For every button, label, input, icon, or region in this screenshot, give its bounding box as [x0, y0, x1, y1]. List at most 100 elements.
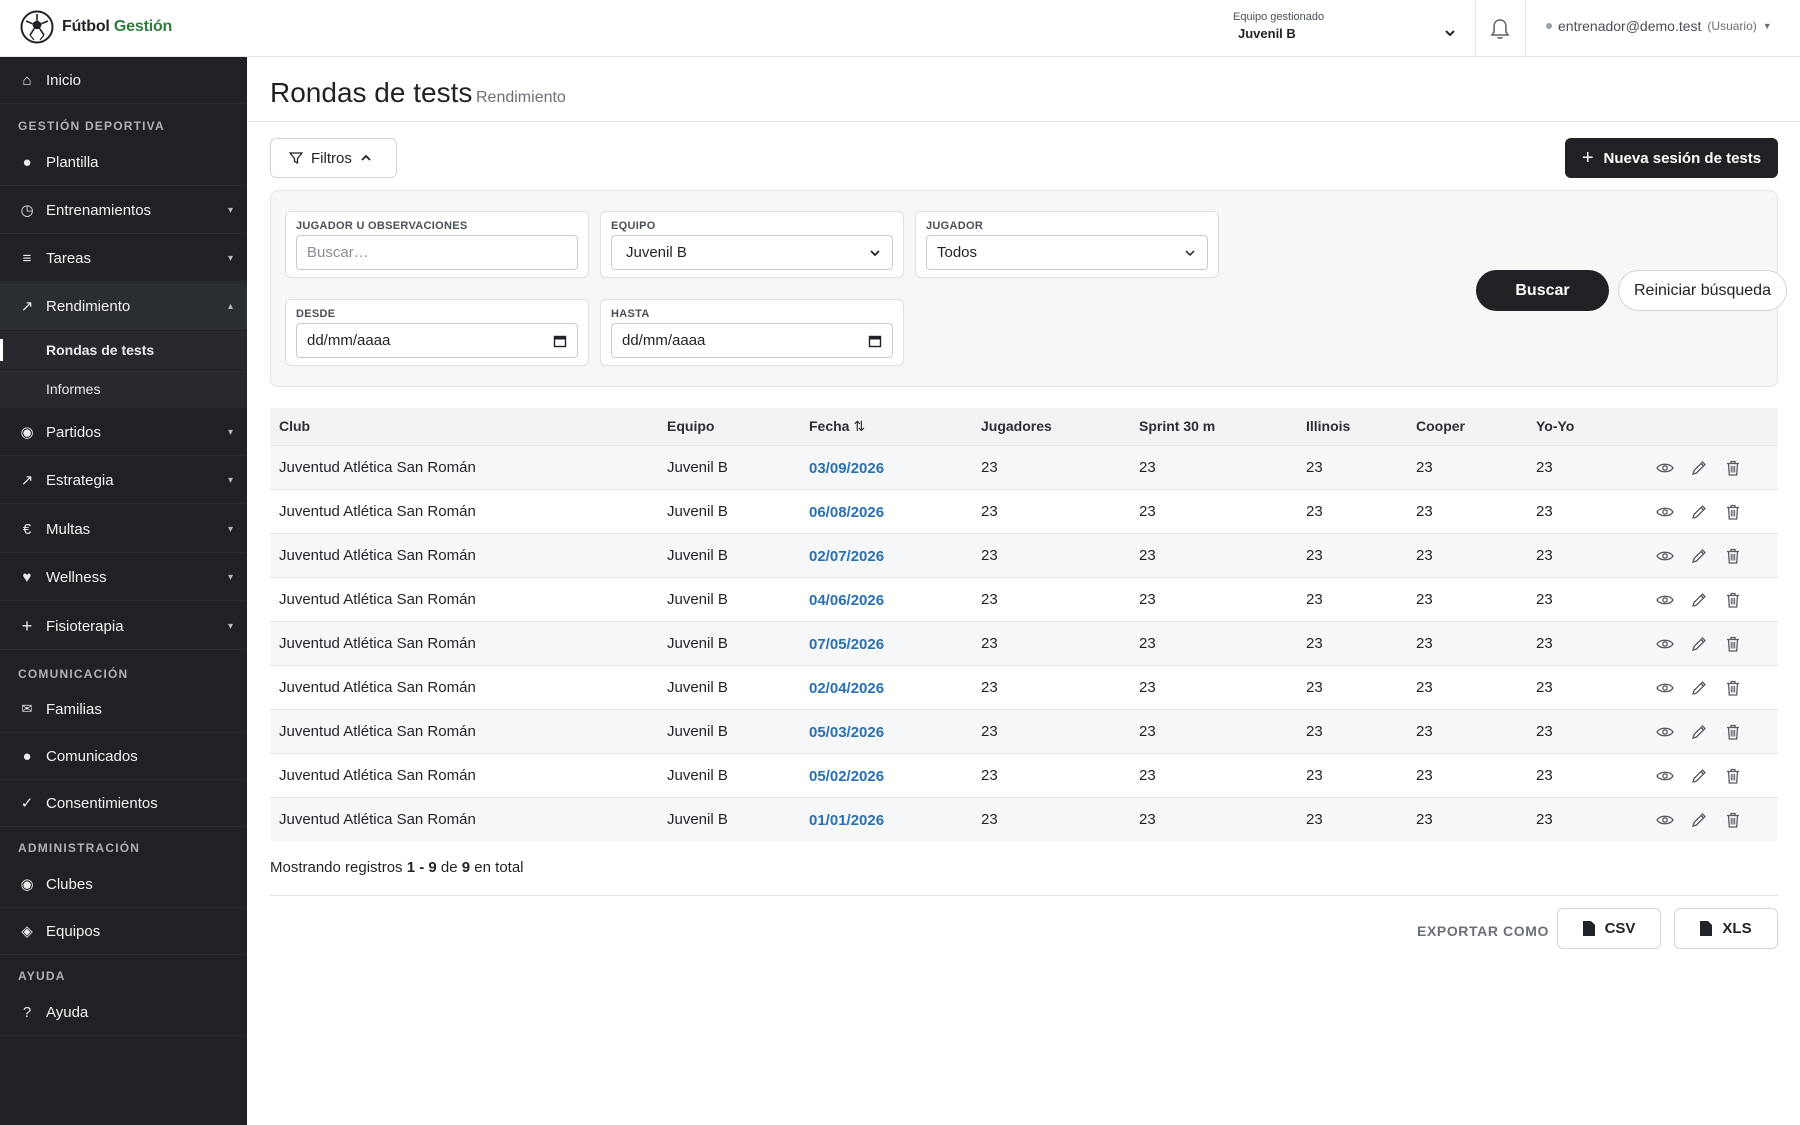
cell-fecha-link[interactable]: 05/03/2026: [809, 724, 884, 741]
view-icon[interactable]: [1655, 722, 1675, 742]
col-club[interactable]: Club: [279, 418, 310, 434]
col-fecha[interactable]: Fecha ⇅: [809, 418, 865, 435]
table-row: Juventud Atlética San Román Juvenil B 01/0…: [270, 797, 1778, 841]
date-to-input[interactable]: dd/mm/aaaa: [611, 323, 893, 358]
calendar-icon[interactable]: [553, 334, 567, 348]
delete-icon[interactable]: [1723, 678, 1743, 698]
view-icon[interactable]: [1655, 678, 1675, 698]
search-button[interactable]: Buscar: [1476, 270, 1609, 311]
col-yoyo[interactable]: Yo-Yo: [1536, 418, 1574, 434]
sidebar-item-estrategia[interactable]: ↗ Estrategia ▾: [0, 457, 247, 504]
sidebar-item-label: Rendimiento: [46, 297, 131, 315]
view-icon[interactable]: [1655, 810, 1675, 830]
export-xls-button[interactable]: XLS: [1674, 908, 1778, 949]
cell-fecha-link[interactable]: 05/02/2026: [809, 768, 884, 785]
cell-yoyo: 23: [1536, 767, 1553, 784]
edit-icon[interactable]: [1689, 766, 1709, 786]
cell-jugadores: 23: [981, 767, 998, 784]
col-illinois[interactable]: Illinois: [1306, 418, 1350, 434]
summary-range: 1 - 9: [406, 859, 437, 876]
delete-icon[interactable]: [1723, 546, 1743, 566]
cell-fecha-link[interactable]: 01/01/2026: [809, 812, 884, 829]
edit-icon[interactable]: [1689, 590, 1709, 610]
search-input[interactable]: Buscar…: [296, 235, 578, 270]
sidebar-item-inicio[interactable]: ⌂ Inicio: [0, 57, 247, 104]
cell-sprint: 23: [1139, 547, 1156, 564]
cell-fecha-link[interactable]: 02/04/2026: [809, 680, 884, 697]
sidebar-item-entrenamientos[interactable]: ◷ Entrenamientos ▾: [0, 187, 247, 234]
sidebar-item-equipos[interactable]: ◈ Equipos: [0, 908, 247, 955]
delete-icon[interactable]: [1723, 590, 1743, 610]
reset-search-button[interactable]: Reiniciar búsqueda: [1618, 270, 1787, 311]
view-icon[interactable]: [1655, 502, 1675, 522]
export-csv-label: CSV: [1604, 920, 1636, 937]
edit-icon[interactable]: [1689, 678, 1709, 698]
calendar-icon[interactable]: [868, 334, 882, 348]
edit-icon[interactable]: [1689, 458, 1709, 478]
cell-cooper: 23: [1416, 459, 1433, 476]
view-icon[interactable]: [1655, 458, 1675, 478]
col-equipo[interactable]: Equipo: [667, 418, 714, 434]
sidebar-item-familias[interactable]: ✉ Familias: [0, 686, 247, 733]
sidebar-subitem-rondas-de-tests[interactable]: Rondas de tests: [0, 331, 247, 369]
edit-icon[interactable]: [1689, 546, 1709, 566]
filters-toggle-button[interactable]: Filtros: [270, 138, 397, 178]
cell-cooper: 23: [1416, 723, 1433, 740]
plus-icon: +: [1581, 146, 1594, 169]
player-select[interactable]: Todos: [926, 235, 1208, 270]
user-menu[interactable]: entrenador@demo.test (Usuario) ▼: [1546, 18, 1772, 34]
view-icon[interactable]: [1655, 766, 1675, 786]
sidebar-item-tareas[interactable]: ≡ Tareas ▾: [0, 235, 247, 282]
edit-icon[interactable]: [1689, 810, 1709, 830]
delete-icon[interactable]: [1723, 810, 1743, 830]
delete-icon[interactable]: [1723, 502, 1743, 522]
sidebar-item-rendimiento[interactable]: ↗ Rendimiento ▴: [0, 283, 247, 330]
edit-icon[interactable]: [1689, 722, 1709, 742]
cell-club: Juventud Atlética San Román: [279, 547, 476, 564]
cell-fecha-link[interactable]: 03/09/2026: [809, 460, 884, 477]
sidebar-subitem-label: Rondas de tests: [46, 342, 155, 358]
export-csv-button[interactable]: CSV: [1557, 908, 1661, 949]
sidebar-subitem-informes[interactable]: Informes: [0, 370, 247, 408]
sidebar-item-wellness[interactable]: ♥ Wellness ▾: [0, 554, 247, 601]
trend-arrow-icon: ↗: [20, 298, 34, 315]
edit-icon[interactable]: [1689, 634, 1709, 654]
col-cooper[interactable]: Cooper: [1416, 418, 1465, 434]
delete-icon[interactable]: [1723, 458, 1743, 478]
delete-icon[interactable]: [1723, 766, 1743, 786]
cell-fecha-link[interactable]: 04/06/2026: [809, 592, 884, 609]
view-icon[interactable]: [1655, 546, 1675, 566]
cell-sprint: 23: [1139, 767, 1156, 784]
table-row: Juventud Atlética San Román Juvenil B 04/0…: [270, 577, 1778, 621]
team-select[interactable]: Juvenil B: [611, 235, 893, 270]
sidebar-item-plantilla[interactable]: ● Plantilla: [0, 139, 247, 186]
sidebar-item-label: Estrategia: [46, 471, 114, 489]
sidebar-item-fisioterapia[interactable]: + Fisioterapia ▾: [0, 603, 247, 650]
bell-icon[interactable]: [1490, 18, 1510, 40]
sidebar-item-comunicados[interactable]: ● Comunicados: [0, 733, 247, 780]
edit-icon[interactable]: [1689, 502, 1709, 522]
section-ayuda: AYUDA: [18, 969, 66, 983]
delete-icon[interactable]: [1723, 634, 1743, 654]
cell-fecha-link[interactable]: 06/08/2026: [809, 504, 884, 521]
row-actions: [1655, 458, 1743, 478]
delete-icon[interactable]: [1723, 722, 1743, 742]
managed-team-select[interactable]: Equipo gestionado Juvenil B: [1233, 8, 1461, 48]
chevron-down-icon: ▾: [227, 426, 233, 438]
new-test-session-button[interactable]: + Nueva sesión de tests: [1565, 138, 1778, 178]
sidebar-item-consentimientos[interactable]: ✓ Consentimientos: [0, 780, 247, 827]
sidebar-item-clubes[interactable]: ◉ Clubes: [0, 861, 247, 908]
date-from-input[interactable]: dd/mm/aaaa: [296, 323, 578, 358]
col-jugadores[interactable]: Jugadores: [981, 418, 1052, 434]
cell-fecha-link[interactable]: 02/07/2026: [809, 548, 884, 565]
cell-fecha-link[interactable]: 07/05/2026: [809, 636, 884, 653]
filter-player-group: JUGADOR Todos: [915, 211, 1219, 278]
col-sprint[interactable]: Sprint 30 m: [1139, 418, 1215, 434]
view-icon[interactable]: [1655, 634, 1675, 654]
row-actions: [1655, 590, 1743, 610]
sidebar-item-multas[interactable]: € Multas ▾: [0, 506, 247, 553]
sidebar-item-partidos[interactable]: ◉ Partidos ▾: [0, 409, 247, 456]
sidebar-item-ayuda[interactable]: ? Ayuda: [0, 989, 247, 1036]
view-icon[interactable]: [1655, 590, 1675, 610]
brand[interactable]: Fútbol Gestión: [20, 10, 172, 44]
